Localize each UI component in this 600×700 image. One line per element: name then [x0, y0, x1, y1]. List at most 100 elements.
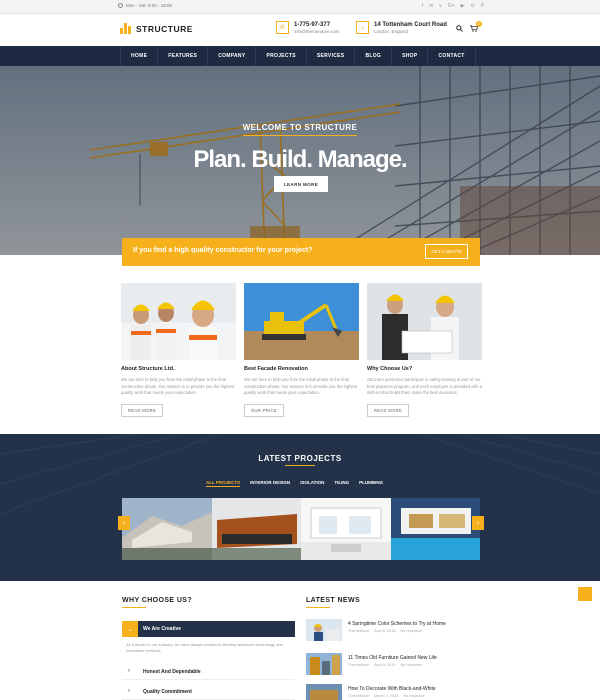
logo[interactable]: STRUCTURE	[120, 23, 193, 34]
news-comments: No response	[400, 663, 422, 667]
cart-count-badge: 0	[476, 21, 482, 27]
nav-shop[interactable]: SHOP	[391, 46, 427, 66]
hero-banner: WELCOME TO STRUCTURE Plan. Build. Manage…	[0, 66, 600, 255]
accordion-title: We Are Creative	[143, 626, 182, 632]
read-more-button[interactable]: READ MORE	[121, 403, 164, 417]
news-item[interactable]: How To Decorate With Black-and-White The…	[306, 684, 481, 700]
feature-text: We are here to help you from the initial…	[121, 377, 235, 395]
nav-company[interactable]: COMPANY	[207, 46, 255, 66]
news-date: March 7, 2015	[374, 694, 399, 698]
news-title[interactable]: 11 Times Old Furniture Gained New Life	[348, 655, 437, 661]
filter-all-projects[interactable]: ALL PROJECTS	[206, 480, 241, 487]
news-date: April 6, 2015	[374, 629, 396, 633]
projects-title: LATEST PROJECTS	[258, 454, 342, 463]
carousel-next-arrow-icon[interactable]: ›	[472, 516, 484, 530]
header-icons: 0	[456, 21, 482, 34]
carousel-prev-arrow-icon[interactable]: ‹	[118, 516, 130, 530]
nav-contact[interactable]: CONTACT	[427, 46, 476, 66]
youtube-icon[interactable]: ▶	[461, 3, 465, 9]
feature-about: About Structure Ltd. We are here to help…	[121, 283, 236, 417]
news-comments: No response	[403, 694, 425, 698]
hero-headline: Plan. Build. Manage.	[193, 146, 407, 173]
scroll-to-top-button[interactable]	[578, 587, 592, 601]
news-meta: ThemeMove April 6, 2015 No response	[348, 663, 422, 667]
filter-isolation[interactable]: ISOLATION	[300, 480, 324, 487]
cart-icon[interactable]: 0	[470, 21, 482, 34]
vimeo-icon[interactable]: v	[439, 3, 442, 9]
chevron-down-icon: ⌄	[122, 621, 138, 637]
accordion-content: As a leader in our industry, we have alw…	[126, 642, 283, 653]
get-a-quote-button[interactable]: GET A QUOTE	[425, 244, 468, 259]
nav-blog[interactable]: BLOG	[354, 46, 391, 66]
opening-hours: Mon - Sat: 9:00 - 18:00	[118, 3, 172, 8]
news-comments: No response	[400, 629, 422, 633]
chevron-right-icon: ›	[128, 668, 130, 674]
feature-why: Why Choose Us? Structure personnel parti…	[367, 283, 482, 417]
workers-image	[121, 283, 236, 360]
news-meta: ThemeMove April 6, 2015 No response	[348, 629, 422, 633]
latest-news-heading: LATEST NEWS	[306, 597, 360, 608]
project-thumbnail[interactable]	[122, 498, 212, 560]
main-navigation: HOME FEATURES COMPANY PROJECTS SERVICES …	[0, 46, 600, 66]
project-carousel	[122, 498, 480, 560]
email-address[interactable]: info@themename.com	[294, 29, 339, 34]
address-contact: ⌂ 14 Tottenham Court Road London, Englan…	[356, 21, 447, 34]
news-author: ThemeMove	[348, 694, 370, 698]
phone-icon: ✆	[276, 21, 289, 34]
filter-plumbing[interactable]: PLUMBING	[359, 480, 383, 487]
top-bar: Mon - Sat: 9:00 - 18:00 f in v G+ ▶ ⊙ P	[0, 0, 600, 14]
nav-home[interactable]: HOME	[120, 46, 157, 66]
news-date: April 6, 2015	[374, 663, 396, 667]
accordion-item[interactable]: › Quality Commitment	[122, 684, 295, 700]
feature-title: Best Facade Renovation	[244, 366, 308, 372]
news-thumbnail	[306, 653, 342, 675]
address-line: 14 Tottenham Court Road	[374, 21, 447, 28]
callout-text: If you find a high quality constructor f…	[133, 247, 313, 254]
facebook-icon[interactable]: f	[422, 3, 423, 9]
news-item[interactable]: 4 Springtime Color Schemes to Try at Hom…	[306, 619, 481, 641]
our-price-button[interactable]: OUR PRICE	[244, 403, 284, 417]
address-city: London, England	[374, 28, 409, 34]
news-title[interactable]: 4 Springtime Color Schemes to Try at Hom…	[348, 621, 446, 627]
news-author: ThemeMove	[348, 663, 370, 667]
feature-facade: Best Facade Renovation We are here to he…	[244, 283, 359, 417]
location-icon: ⌂	[356, 21, 369, 34]
nav-services[interactable]: SERVICES	[305, 46, 355, 66]
accordion-item-active[interactable]: ⌄ We Are Creative	[122, 621, 295, 637]
news-thumbnail	[306, 684, 342, 700]
search-icon[interactable]	[456, 25, 463, 34]
feature-text: We are here to help you from the initial…	[244, 377, 358, 395]
project-thumbnail[interactable]	[211, 498, 301, 560]
filter-tiling[interactable]: TILING	[334, 480, 349, 487]
linkedin-icon[interactable]: in	[429, 3, 433, 9]
accordion-item[interactable]: › Honest And Dependable	[122, 664, 295, 680]
project-filters: ALL PROJECTS INTERIOR DESIGN ISOLATION T…	[206, 480, 383, 487]
phone-number[interactable]: 1-775-97-377	[294, 22, 339, 28]
project-thumbnail[interactable]	[390, 498, 480, 560]
feature-title: Why Choose Us?	[367, 366, 413, 372]
filter-interior-design[interactable]: INTERIOR DESIGN	[250, 480, 290, 487]
news-title[interactable]: How To Decorate With Black-and-White	[348, 686, 436, 692]
learn-more-button[interactable]: LEARN MORE	[274, 176, 328, 192]
instagram-icon[interactable]: ⊙	[470, 3, 474, 9]
excavator-image	[244, 283, 359, 360]
pinterest-icon[interactable]: P	[481, 3, 484, 9]
brand-name: STRUCTURE	[136, 23, 193, 34]
engineers-image	[367, 283, 482, 360]
latest-projects-section: LATEST PROJECTS ALL PROJECTS INTERIOR DE…	[0, 434, 600, 581]
nav-features[interactable]: FEATURES	[157, 46, 207, 66]
nav-projects[interactable]: PROJECTS	[255, 46, 305, 66]
accordion-title: Quality Commitment	[143, 689, 192, 695]
phone-contact: ✆ 1-775-97-377 info@themename.com	[276, 21, 339, 34]
hero-kicker: WELCOME TO STRUCTURE	[0, 117, 600, 136]
social-links: f in v G+ ▶ ⊙ P	[422, 3, 484, 9]
logo-mark-icon	[120, 23, 131, 34]
google-plus-icon[interactable]: G+	[448, 3, 455, 9]
chevron-right-icon: ›	[128, 688, 130, 694]
news-meta: ThemeMove March 7, 2015 No response	[348, 694, 425, 698]
news-thumbnail	[306, 619, 342, 641]
accordion-title: Honest And Dependable	[143, 669, 201, 675]
read-more-button[interactable]: READ MORE	[367, 403, 410, 417]
project-thumbnail[interactable]	[301, 498, 391, 560]
news-item[interactable]: 11 Times Old Furniture Gained New Life T…	[306, 653, 481, 675]
